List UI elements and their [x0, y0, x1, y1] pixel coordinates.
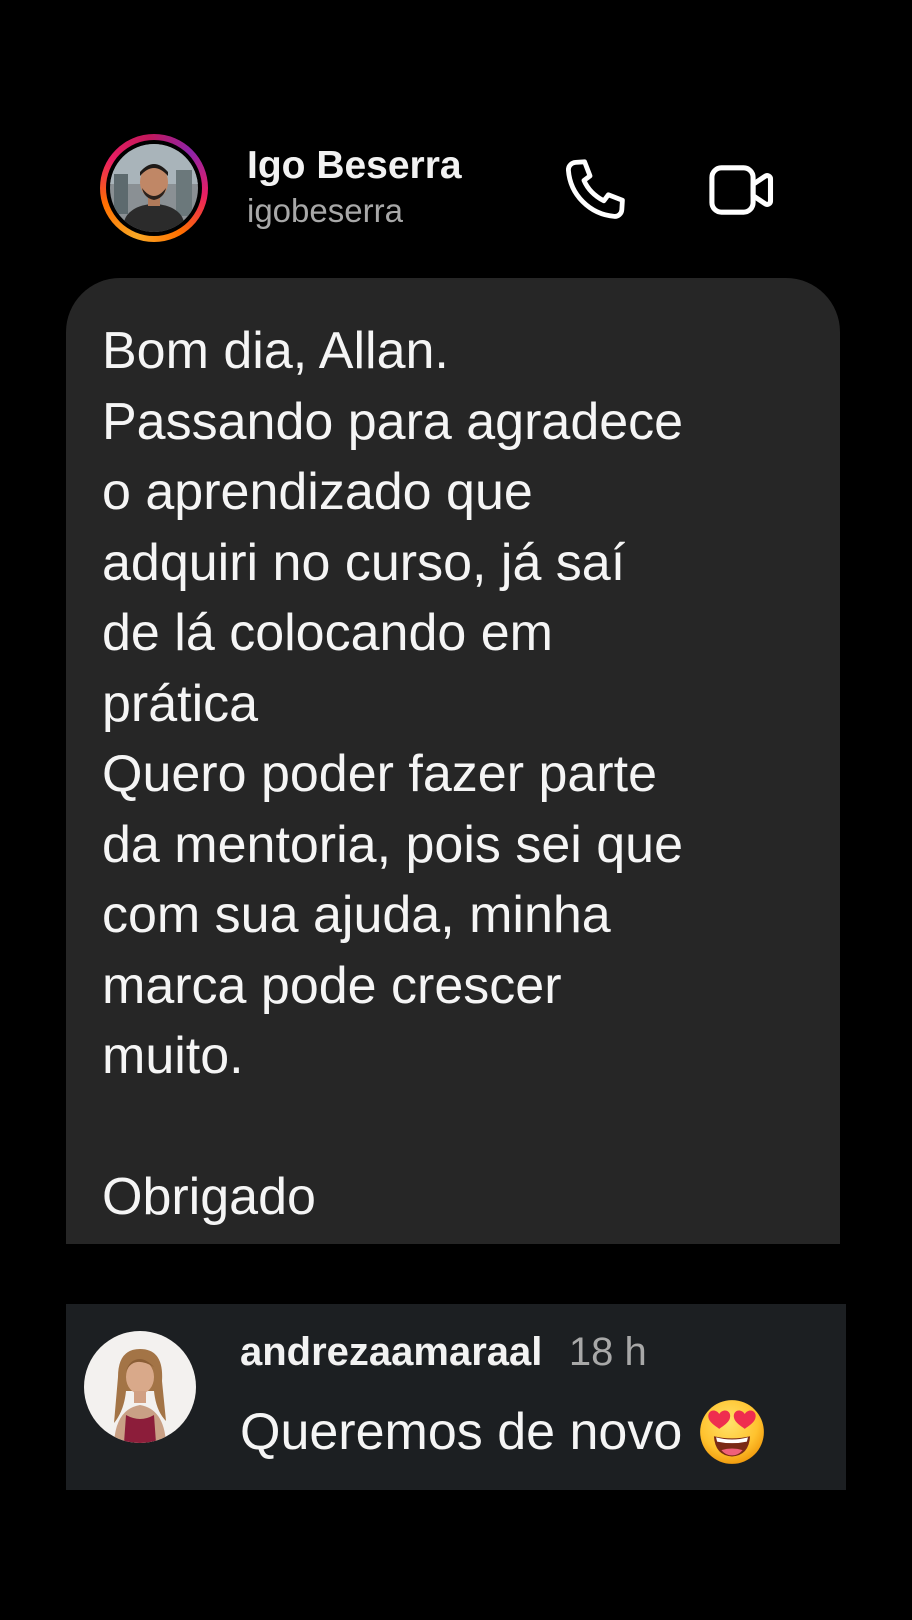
comment-text: Queremos de novo [240, 1403, 683, 1461]
comment-card[interactable]: andrezaamaraal 18 h Queremos de novo [66, 1304, 846, 1490]
video-call-button[interactable] [702, 150, 782, 230]
chat-header: Igo Beserra igobeserra [0, 0, 912, 270]
profile-avatar[interactable] [100, 134, 208, 242]
contact-display-name: Igo Beserra [247, 144, 462, 187]
commenter-avatar-icon[interactable] [84, 1331, 196, 1443]
comment-timestamp: 18 h [568, 1330, 647, 1374]
profile-photo-icon [110, 144, 198, 232]
commenter-username[interactable]: andrezaamaraal [240, 1330, 542, 1374]
voice-call-button[interactable] [556, 150, 636, 230]
comment-header: andrezaamaraal 18 h [240, 1330, 647, 1375]
comment-text-row: Queremos de novo [240, 1398, 766, 1466]
video-camera-icon [709, 165, 774, 215]
contact-name-block[interactable]: Igo Beserra igobeserra [247, 143, 462, 233]
contact-username: igobeserra [247, 192, 403, 229]
heart-eyes-emoji-icon [700, 1400, 765, 1464]
avatar-ring-gap [106, 140, 202, 236]
message-text: Bom dia, Allan. Passando para agradece o… [102, 322, 684, 1226]
message-bubble[interactable]: Bom dia, Allan. Passando para agradece o… [66, 278, 840, 1244]
phone-icon [566, 159, 625, 219]
